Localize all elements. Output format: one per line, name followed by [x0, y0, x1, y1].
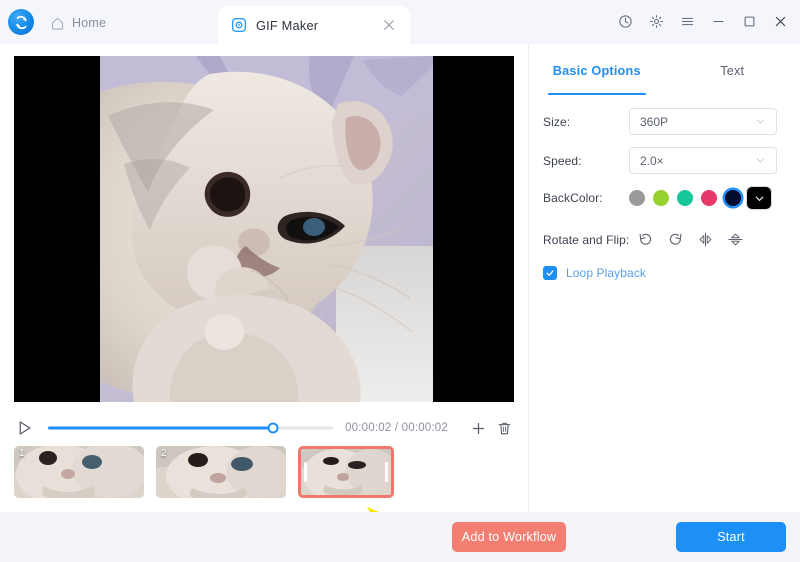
gif-maker-window: Home GIF Maker 00:00:02 / 00:00:02 1 2 B… — [0, 0, 800, 562]
speed-label: Speed: — [543, 153, 582, 168]
backcolor-row: BackColor: — [543, 187, 787, 209]
close-icon[interactable] — [381, 17, 397, 33]
letterbox-left — [14, 56, 100, 402]
size-value: 360P — [640, 114, 669, 129]
options-tabs: Basic Options Text — [529, 58, 800, 92]
loop-playback-row: Loop Playback — [543, 266, 787, 280]
home-tab-label: Home — [72, 16, 107, 30]
backcolor-swatch-3[interactable] — [677, 190, 693, 206]
backcolor-swatch-5[interactable] — [725, 190, 741, 206]
video-preview[interactable] — [14, 56, 514, 402]
size-select[interactable]: 360P — [629, 108, 777, 135]
chevron-down-icon — [756, 119, 765, 124]
thumbnail-1[interactable]: 1 — [14, 446, 144, 498]
loop-playback-checkbox[interactable]: Loop Playback — [543, 266, 646, 280]
thumbnail-index: 3 — [301, 495, 310, 498]
tab-gif-maker-label: GIF Maker — [256, 17, 319, 33]
plus-icon — [472, 422, 484, 434]
trim-handle-left[interactable] — [304, 462, 307, 482]
speed-select[interactable]: 2.0× — [629, 147, 777, 174]
delete-frame-button[interactable] — [494, 418, 514, 438]
close-icon — [775, 16, 785, 26]
thumbnail-image — [14, 446, 144, 498]
play-button[interactable] — [14, 418, 34, 438]
backcolor-swatch-4[interactable] — [701, 190, 717, 206]
start-button[interactable]: Start — [676, 522, 786, 552]
progress-handle[interactable] — [267, 422, 279, 434]
title-bar: Home GIF Maker — [0, 0, 800, 44]
history-button[interactable] — [614, 10, 636, 32]
chevron-down-icon — [756, 158, 765, 163]
settings-button[interactable] — [645, 10, 667, 32]
thumbnail-3[interactable]: 3 — [298, 446, 394, 498]
menu-button[interactable] — [676, 10, 698, 32]
checkbox-checked-icon — [543, 266, 557, 280]
rotate-flip-row: Rotate and Flip: — [543, 231, 787, 248]
gif-maker-icon — [232, 18, 246, 32]
thumbnail-index: 1 — [19, 448, 25, 459]
gear-icon — [649, 14, 663, 28]
add-to-workflow-button[interactable]: Add to Workflow — [452, 522, 566, 552]
thumbnail-image — [301, 449, 391, 495]
tab-text-label: Text — [720, 64, 745, 78]
maximize-button[interactable] — [738, 10, 760, 32]
letterbox-right — [433, 56, 514, 402]
tab-gif-maker[interactable]: GIF Maker — [218, 6, 410, 44]
chevron-down-icon — [755, 196, 763, 201]
progress-fill — [48, 426, 274, 430]
cat-image — [100, 56, 433, 402]
flip-horizontal-icon[interactable] — [697, 231, 714, 248]
video-frame — [100, 56, 433, 402]
maximize-icon — [744, 16, 754, 26]
app-logo-icon — [8, 9, 34, 35]
tab-basic-options[interactable]: Basic Options — [529, 58, 665, 92]
backcolor-swatches — [629, 190, 741, 206]
trim-handle-right[interactable] — [385, 462, 388, 482]
backcolor-swatch-1[interactable] — [629, 190, 645, 206]
backcolor-more-button[interactable] — [747, 187, 771, 209]
size-label: Size: — [543, 114, 571, 129]
main-body: 00:00:02 / 00:00:02 1 2 Basic Options Te… — [0, 44, 800, 556]
home-tab[interactable]: Home — [44, 11, 112, 35]
speed-value: 2.0× — [640, 153, 664, 168]
close-window-button[interactable] — [769, 10, 791, 32]
minimize-button[interactable] — [707, 10, 729, 32]
thumbnail-2[interactable]: 2 — [156, 446, 286, 498]
frame-thumbnail-strip: 1 2 — [14, 446, 394, 498]
rotate-left-icon[interactable] — [637, 231, 654, 248]
backcolor-swatch-2[interactable] — [653, 190, 669, 206]
minimize-icon — [713, 20, 723, 22]
size-row: Size: 360P — [543, 108, 787, 135]
add-frame-button[interactable] — [468, 418, 488, 438]
progress-slider[interactable] — [48, 420, 334, 436]
flip-vertical-icon[interactable] — [727, 231, 744, 248]
thumbnail-image — [156, 446, 286, 498]
trash-icon — [498, 422, 510, 434]
clock-icon — [618, 14, 632, 28]
backcolor-label: BackColor: — [543, 191, 603, 205]
speed-row: Speed: 2.0× — [543, 147, 787, 174]
tab-text[interactable]: Text — [665, 58, 800, 92]
rotate-flip-label: Rotate and Flip: — [543, 232, 630, 247]
time-display: 00:00:02 / 00:00:02 — [345, 422, 448, 434]
playback-controls: 00:00:02 / 00:00:02 — [14, 414, 514, 442]
footer-bar: Add to Workflow Start — [0, 512, 800, 562]
loop-playback-label: Loop Playback — [566, 266, 647, 280]
hamburger-icon — [681, 17, 693, 25]
options-panel: Basic Options Text Size: 360P Speed: 2.0… — [529, 44, 800, 512]
thumbnail-index: 2 — [161, 448, 167, 459]
rotate-right-icon[interactable] — [667, 231, 684, 248]
window-controls — [614, 10, 791, 32]
rotate-flip-actions — [637, 231, 744, 248]
home-icon — [51, 17, 64, 30]
tab-basic-options-label: Basic Options — [552, 64, 641, 78]
